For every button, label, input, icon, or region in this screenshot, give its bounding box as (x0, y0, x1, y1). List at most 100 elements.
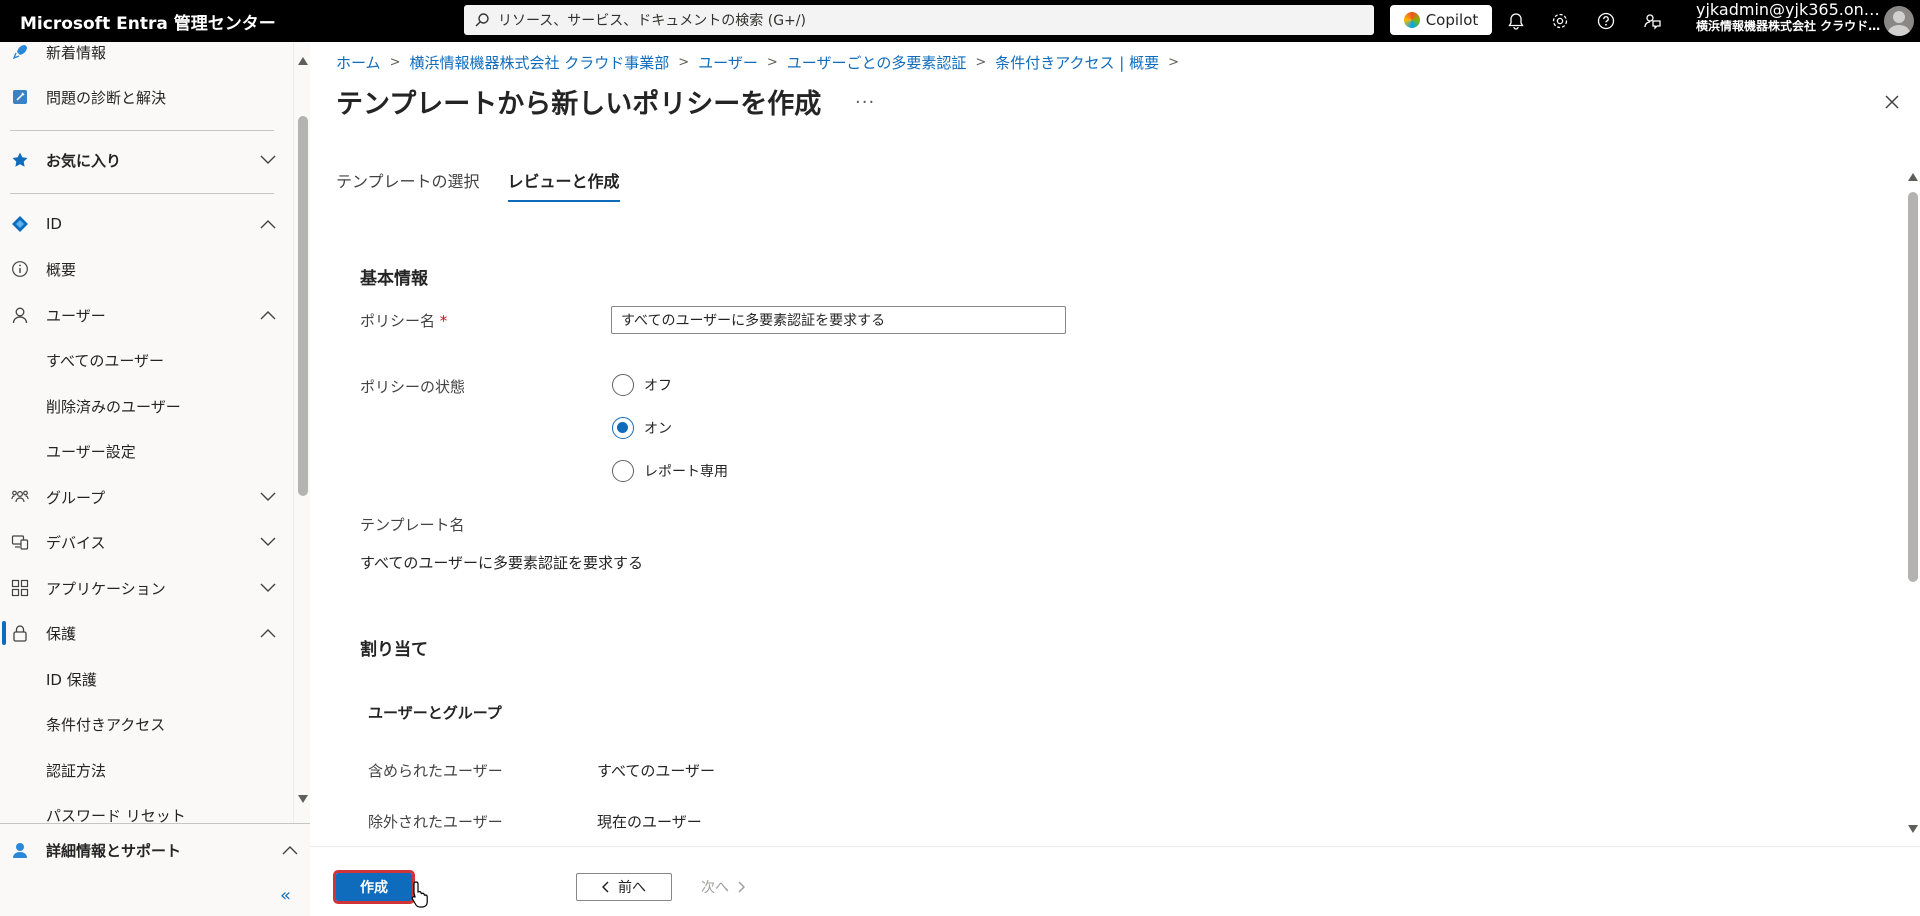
radio-state-off[interactable]: オフ (612, 374, 672, 396)
account-email: yjkadmin@yjk365.on… (1696, 2, 1880, 18)
more-options-button[interactable]: ··· (855, 92, 875, 113)
sidebar-item-label: グループ (46, 488, 106, 507)
chevron-down-icon (258, 532, 278, 552)
breadcrumb-separator-icon: > (975, 55, 987, 70)
app-title[interactable]: Microsoft Entra 管理センター (20, 9, 460, 34)
sidebar-item-label: 保護 (46, 624, 77, 643)
wizard-tabs: テンプレートの選択 レビューと作成 (336, 168, 620, 202)
tab-review-create[interactable]: レビューと作成 (507, 168, 620, 202)
sidebar-item-label: ID (46, 215, 62, 233)
sidebar-item-all-users[interactable]: すべてのユーザー (0, 340, 290, 380)
identity-diamond-icon (10, 214, 30, 234)
scroll-down-arrow-icon[interactable] (296, 792, 310, 806)
required-mark: * (439, 312, 448, 330)
breadcrumb-tenant[interactable]: 横浜情報機器株式会社 クラウド事業部 (409, 52, 669, 73)
sidebar-item-label: 詳細情報とサポート (46, 841, 182, 860)
policy-name-input[interactable] (611, 306, 1066, 334)
radio-circle (612, 460, 634, 482)
sidebar-item-groups[interactable]: グループ (0, 477, 290, 517)
tab-select-template[interactable]: テンプレートの選択 (336, 168, 480, 202)
radio-label: オン (644, 421, 672, 437)
breadcrumb-separator-icon: > (389, 55, 401, 70)
sidebar-item-applications[interactable]: アプリケーション (0, 568, 290, 608)
chevron-down-icon (258, 150, 278, 170)
sidebar-item-label: 新着情報 (46, 43, 107, 62)
excluded-users-label: 除外されたユーザー (368, 813, 503, 831)
chevron-down-icon (258, 578, 278, 598)
sidebar-item-label: 認証方法 (46, 761, 107, 780)
sidebar-item-label: アプリケーション (46, 579, 166, 598)
content-scrollbar-thumb[interactable] (1908, 192, 1918, 582)
policy-name-label: ポリシー名 * (360, 310, 447, 331)
previous-label: 前へ (618, 880, 646, 896)
rocket-icon (10, 42, 30, 62)
next-button[interactable]: 次へ (688, 873, 758, 901)
chevron-up-icon (258, 305, 278, 325)
main-content: ホーム > 横浜情報機器株式会社 クラウド事業部 > ユーザー > ユーザーごと… (310, 42, 1920, 916)
feedback-icon[interactable] (1640, 9, 1664, 33)
sidebar-item-user-settings[interactable]: ユーザー設定 (0, 431, 290, 471)
avatar[interactable] (1884, 6, 1914, 36)
users-groups-title: ユーザーとグループ (368, 704, 502, 722)
sidebar-item-conditional-access[interactable]: 条件付きアクセス (0, 704, 290, 744)
sidebar-footer: 詳細情報とサポート (0, 823, 310, 916)
sidebar-item-label: ユーザー設定 (46, 442, 136, 461)
breadcrumb-home[interactable]: ホーム (336, 52, 381, 73)
included-users-label: 含められたユーザー (368, 762, 503, 780)
sidebar-item-id-protection[interactable]: ID 保護 (0, 659, 290, 699)
copilot-label: Copilot (1425, 11, 1479, 29)
section-basics-title: 基本情報 (360, 269, 428, 289)
star-icon (10, 150, 30, 170)
sidebar-item-whats-new[interactable]: 新着情報 (0, 42, 290, 72)
content-scroll-down-icon[interactable] (1906, 822, 1920, 836)
radio-state-report-only[interactable]: レポート専用 (612, 460, 728, 482)
sidebar-item-diagnose[interactable]: 問題の診断と解決 (0, 77, 290, 117)
radio-state-on[interactable]: オン (612, 417, 672, 439)
sidebar-scrollbar-thumb[interactable] (298, 116, 308, 496)
support-person-icon (10, 840, 30, 860)
sidebar-item-favorites[interactable]: お気に入り (0, 140, 290, 180)
sidebar-item-devices[interactable]: デバイス (0, 522, 290, 562)
excluded-users-value: 現在のユーザー (597, 813, 702, 831)
create-button[interactable]: 作成 (333, 870, 415, 904)
group-icon (10, 487, 30, 507)
search-box[interactable]: リソース、サービス、ドキュメントの検索 (G+/) (464, 5, 1374, 35)
account-info[interactable]: yjkadmin@yjk365.on… 横浜情報機器株式会社 クラウド… (1696, 2, 1880, 32)
breadcrumb-conditional-access[interactable]: 条件付きアクセス | 概要 (995, 52, 1159, 73)
sidebar-item-id[interactable]: ID (0, 204, 290, 244)
sidebar-item-learn-support[interactable]: 詳細情報とサポート (0, 830, 298, 870)
breadcrumb-separator-icon: > (766, 55, 778, 70)
sidebar-item-overview[interactable]: 概要 (0, 249, 290, 289)
chevron-right-icon (738, 881, 745, 893)
close-icon[interactable] (1880, 90, 1904, 114)
search-icon (474, 12, 490, 28)
radio-label: レポート専用 (644, 464, 728, 480)
sidebar-item-deleted-users[interactable]: 削除済みのユーザー (0, 386, 290, 426)
previous-button[interactable]: 前へ (576, 873, 672, 901)
policy-state-label: ポリシーの状態 (360, 378, 466, 396)
content-scroll-up-icon[interactable] (1906, 170, 1920, 184)
user-icon (10, 305, 30, 325)
sidebar-item-label: お気に入り (46, 151, 122, 170)
breadcrumb-per-user-mfa[interactable]: ユーザーごとの多要素認証 (787, 52, 967, 73)
section-assignments-title: 割り当て (360, 640, 428, 660)
breadcrumb-users[interactable]: ユーザー (698, 52, 758, 73)
help-icon[interactable] (1594, 9, 1618, 33)
next-label: 次へ (701, 880, 729, 896)
sidebar-item-label: ユーザー (46, 306, 106, 325)
collapse-sidebar-button[interactable]: « (280, 885, 291, 906)
notifications-bell-icon[interactable] (1504, 9, 1528, 33)
devices-icon (10, 532, 30, 552)
page-title: テンプレートから新しいポリシーを作成 (336, 89, 822, 120)
template-name-label: テンプレート名 (360, 516, 465, 534)
sidebar-item-auth-methods[interactable]: 認証方法 (0, 750, 290, 790)
divider (10, 193, 274, 194)
sidebar-item-protection[interactable]: 保護 (0, 613, 290, 653)
sidebar: 新着情報 問題の診断と解決 お気に入り ID 概要 ユーザー すべてのユーザー … (0, 42, 294, 916)
scroll-up-arrow-icon[interactable] (296, 54, 310, 68)
sidebar-item-users[interactable]: ユーザー (0, 295, 290, 335)
mouse-pointer-icon (410, 880, 432, 908)
sidebar-item-label: 条件付きアクセス (46, 715, 166, 734)
copilot-button[interactable]: Copilot (1390, 5, 1492, 35)
settings-gear-icon[interactable] (1548, 9, 1572, 33)
